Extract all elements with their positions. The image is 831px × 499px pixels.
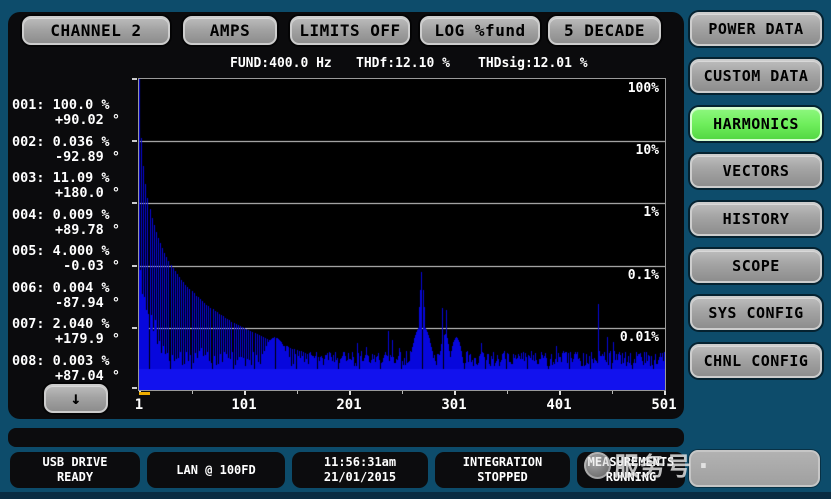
x-axis-tick	[559, 391, 561, 395]
thdf-readout: THDf:12.10 %	[356, 56, 450, 71]
harmonic-entry: 005: 4.000 %-0.03 °	[12, 244, 134, 274]
x-axis-tick	[349, 391, 351, 395]
x-axis-tick	[454, 391, 456, 395]
harmonic-entry: 007: 2.040 %+179.9 °	[12, 317, 134, 347]
x-axis-minor-tick	[507, 391, 508, 394]
menu-vectors-button[interactable]: VECTORS	[690, 154, 822, 188]
y-axis-tick	[132, 265, 137, 267]
measurement-status: MEASUREMENTSRUNNING	[577, 452, 685, 488]
x-tick-label: 501	[634, 397, 694, 413]
scale-mode-button[interactable]: LOG %fund	[420, 16, 540, 45]
x-axis-minor-tick	[402, 391, 403, 394]
message-bar	[8, 428, 684, 447]
device-frame: CHANNEL 2 AMPS LIMITS OFF LOG %fund 5 DE…	[0, 0, 831, 499]
x-axis-minor-tick	[612, 391, 613, 394]
integration-status: INTEGRATIONSTOPPED	[435, 452, 570, 488]
harmonic-entry: 001: 100.0 %+90.02 °	[12, 98, 134, 128]
limits-button[interactable]: LIMITS OFF	[290, 16, 410, 45]
y-axis-tick	[132, 327, 137, 329]
x-tick-label: 101	[214, 397, 274, 413]
lan-status: LAN @ 100FD	[147, 452, 285, 488]
x-axis-tick	[244, 391, 246, 395]
x-axis-labels: 1101201301401501	[139, 391, 665, 417]
units-button[interactable]: AMPS	[183, 16, 277, 45]
x-axis-tick	[664, 391, 666, 395]
harmonic-entry: 002: 0.036 %-92.89 °	[12, 135, 134, 165]
harmonic-entry: 003: 11.09 %+180.0 °	[12, 171, 134, 201]
menu-sys-config-button[interactable]: SYS CONFIG	[690, 296, 822, 330]
fund-readout: FUND:400.0 Hz	[230, 56, 332, 71]
menu-custom-data-button[interactable]: CUSTOM DATA	[690, 59, 822, 93]
main-screen: CHANNEL 2 AMPS LIMITS OFF LOG %fund 5 DE…	[8, 12, 684, 419]
usb-status: USB DRIVEREADY	[10, 452, 140, 488]
x-tick-label: 301	[424, 397, 484, 413]
side-menu: POWER DATA CUSTOM DATA HARMONICS VECTORS HIS…	[690, 0, 822, 440]
harmonic-entry: 004: 0.009 %+89.78 °	[12, 208, 134, 238]
menu-history-button[interactable]: HISTORY	[690, 202, 822, 236]
harmonic-cursor	[139, 392, 150, 395]
y-axis-tick	[132, 387, 137, 389]
clock-status: 11:56:31am21/01/2015	[292, 452, 428, 488]
thdsig-readout: THDsig:12.01 %	[478, 56, 588, 71]
scroll-down-button[interactable]: ↓	[44, 384, 108, 413]
blank-softkey-button[interactable]	[689, 450, 820, 487]
y-axis-tick	[132, 78, 137, 80]
channel-select-button[interactable]: CHANNEL 2	[22, 16, 170, 45]
x-axis-minor-tick	[297, 391, 298, 394]
y-axis-tick	[132, 140, 137, 142]
y-axis-tick	[132, 202, 137, 204]
menu-scope-button[interactable]: SCOPE	[690, 249, 822, 283]
x-tick-label: 1	[109, 397, 169, 413]
x-axis-minor-tick	[192, 391, 193, 394]
harmonic-list: 001: 100.0 %+90.02 ° 002: 0.036 %-92.89 °…	[12, 98, 134, 390]
x-tick-label: 201	[319, 397, 379, 413]
menu-harmonics-button[interactable]: HARMONICS	[690, 107, 822, 141]
menu-power-data-button[interactable]: POWER DATA	[690, 12, 822, 46]
harmonics-chart: 100%10%1%0.1%0.01% 1101201301401501	[138, 78, 664, 389]
bottom-strip	[0, 492, 831, 499]
arrow-down-icon: ↓	[70, 388, 81, 409]
x-tick-label: 401	[529, 397, 589, 413]
harmonics-spectrum-canvas	[138, 78, 666, 391]
menu-chnl-config-button[interactable]: CHNL CONFIG	[690, 344, 822, 378]
harmonic-entry: 006: 0.004 %-87.94 °	[12, 281, 134, 311]
status-bar: USB DRIVEREADYLAN @ 100FD11:56:31am21/01…	[0, 452, 690, 488]
decade-range-button[interactable]: 5 DECADE	[548, 16, 661, 45]
harmonic-entry: 008: 0.003 %+87.04 °	[12, 354, 134, 384]
